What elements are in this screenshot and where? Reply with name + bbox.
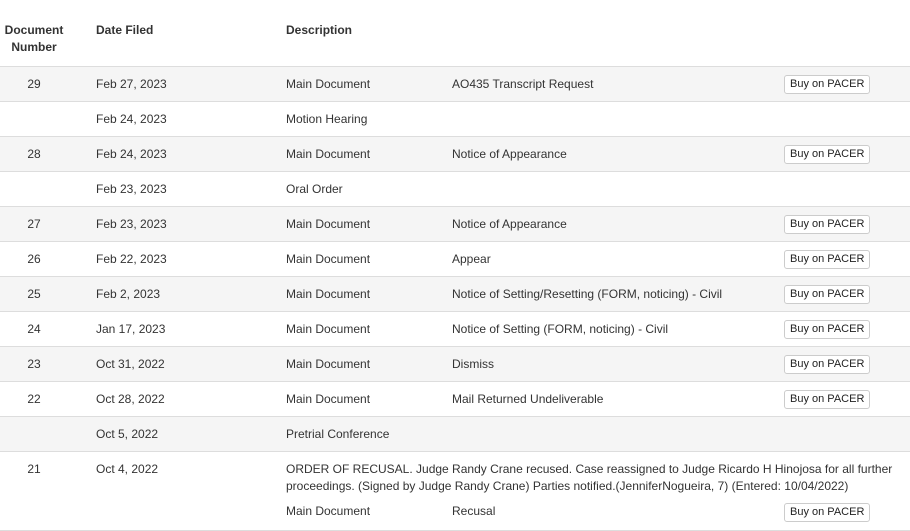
document-number: 28 bbox=[27, 147, 41, 161]
column-header-date-filed: Date Filed bbox=[96, 23, 154, 37]
document-type: Main Document bbox=[286, 77, 371, 91]
table-row: 23 Oct 31, 2022 Main Document Dismiss Buy on… bbox=[0, 347, 910, 382]
table-row-order-of-recusal: 21 Oct 4, 2022 ORDER OF RECUSAL. Judge R… bbox=[0, 452, 910, 531]
document-number: 27 bbox=[27, 217, 41, 231]
table-header: Document Number Date Filed Description bbox=[0, 0, 910, 67]
document-description: Notice of Appearance bbox=[452, 217, 567, 231]
table-row: 26 Feb 22, 2023 Main Document Appear Buy on … bbox=[0, 242, 910, 277]
date-filed: Feb 24, 2023 bbox=[96, 147, 167, 161]
docket-table: Document Number Date Filed Description 2… bbox=[0, 0, 910, 531]
buy-on-pacer-button[interactable]: Buy on PACER bbox=[784, 355, 871, 374]
document-description: Appear bbox=[452, 252, 491, 266]
buy-on-pacer-button[interactable]: Buy on PACER bbox=[784, 503, 871, 522]
document-type: Main Document bbox=[286, 357, 371, 371]
table-row: 27 Feb 23, 2023 Main Document Notice of App… bbox=[0, 207, 910, 242]
buy-on-pacer-button[interactable]: Buy on PACER bbox=[784, 75, 871, 94]
buy-on-pacer-button[interactable]: Buy on PACER bbox=[784, 285, 871, 304]
date-filed: Feb 2, 2023 bbox=[96, 287, 161, 301]
date-filed: Jan 17, 2023 bbox=[96, 322, 166, 336]
document-description: Notice of Setting (FORM, noticing) - Civ… bbox=[452, 322, 669, 336]
date-filed: Oct 4, 2022 bbox=[96, 462, 159, 476]
table-row: Feb 24, 2023 Motion Hearing bbox=[0, 102, 910, 137]
buy-on-pacer-button[interactable]: Buy on PACER bbox=[784, 215, 871, 234]
date-filed: Feb 22, 2023 bbox=[96, 252, 167, 266]
table-row: Oct 5, 2022 Pretrial Conference bbox=[0, 417, 910, 452]
document-type: Motion Hearing bbox=[286, 112, 368, 126]
table-row: 24 Jan 17, 2023 Main Document Notice of Set… bbox=[0, 312, 910, 347]
document-number: 29 bbox=[27, 77, 41, 91]
table-body: 29 Feb 27, 2023 Main Document AO435 Transcr… bbox=[0, 67, 910, 452]
document-description: Recusal bbox=[452, 504, 496, 518]
document-type: Main Document bbox=[286, 147, 371, 161]
document-number: 21 bbox=[27, 462, 41, 476]
document-description: Notice of Appearance bbox=[452, 147, 567, 161]
document-type: Main Document bbox=[286, 504, 371, 518]
buy-on-pacer-button[interactable]: Buy on PACER bbox=[784, 145, 871, 164]
document-description: Notice of Setting/Resetting (FORM, notic… bbox=[452, 287, 723, 301]
document-type: Main Document bbox=[286, 322, 371, 336]
document-number: 26 bbox=[27, 252, 41, 266]
document-number: 25 bbox=[27, 287, 41, 301]
column-header-number-line1: Document bbox=[4, 23, 64, 37]
date-filed: Oct 31, 2022 bbox=[96, 357, 165, 371]
date-filed: Feb 23, 2023 bbox=[96, 182, 167, 196]
document-type: Main Document bbox=[286, 287, 371, 301]
column-header-document-number: Document Number bbox=[0, 22, 68, 56]
document-type: Main Document bbox=[286, 252, 371, 266]
date-filed: Oct 28, 2022 bbox=[96, 392, 165, 406]
buy-on-pacer-button[interactable]: Buy on PACER bbox=[784, 250, 871, 269]
date-filed: Feb 27, 2023 bbox=[96, 77, 167, 91]
column-header-description: Description bbox=[286, 23, 353, 37]
table-row: 22 Oct 28, 2022 Main Document Mail Returned… bbox=[0, 382, 910, 417]
table-row: 25 Feb 2, 2023 Main Document Notice of Sett… bbox=[0, 277, 910, 312]
document-type: Main Document bbox=[286, 217, 371, 231]
document-number: 22 bbox=[27, 392, 41, 406]
document-type: Oral Order bbox=[286, 182, 343, 196]
buy-on-pacer-button[interactable]: Buy on PACER bbox=[784, 320, 871, 339]
date-filed: Feb 23, 2023 bbox=[96, 217, 167, 231]
document-type: Pretrial Conference bbox=[286, 427, 390, 441]
document-description: Dismiss bbox=[452, 357, 494, 371]
column-header-number-line2: Number bbox=[11, 40, 57, 54]
date-filed: Feb 24, 2023 bbox=[96, 112, 167, 126]
document-type: Main Document bbox=[286, 392, 371, 406]
document-description: Mail Returned Undeliverable bbox=[452, 392, 604, 406]
table-row: 28 Feb 24, 2023 Main Document Notice of App… bbox=[0, 137, 910, 172]
document-description: AO435 Transcript Request bbox=[452, 77, 594, 91]
docket-entry-text: ORDER OF RECUSAL. Judge Randy Crane recu… bbox=[286, 462, 893, 493]
document-number: 24 bbox=[27, 322, 41, 336]
document-number: 23 bbox=[27, 357, 41, 371]
buy-on-pacer-button[interactable]: Buy on PACER bbox=[784, 390, 871, 409]
date-filed: Oct 5, 2022 bbox=[96, 427, 159, 441]
table-row: Feb 23, 2023 Oral Order bbox=[0, 172, 910, 207]
table-row: 29 Feb 27, 2023 Main Document AO435 Transcr… bbox=[0, 67, 910, 102]
